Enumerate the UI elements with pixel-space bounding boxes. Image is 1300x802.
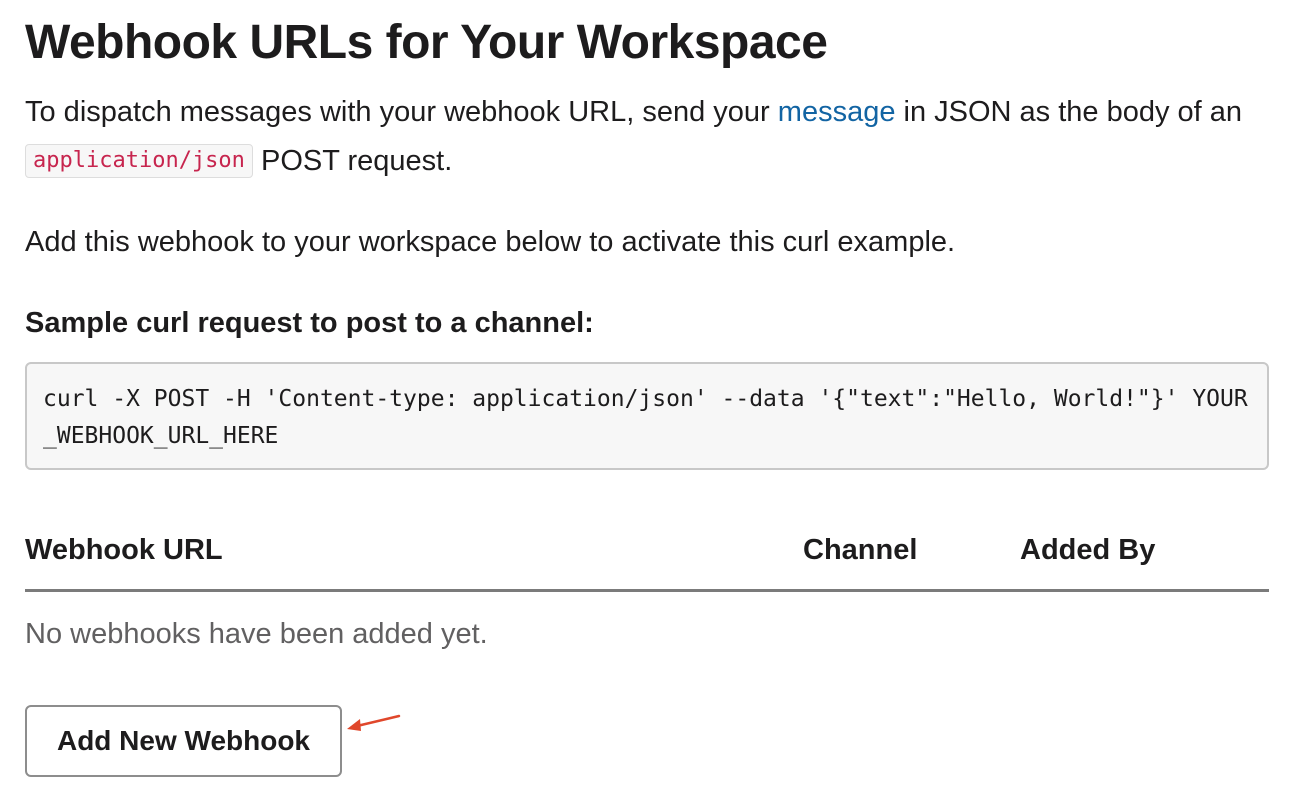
column-header-channel: Channel (803, 534, 918, 566)
activate-instructions: Add this webhook to your workspace below… (25, 226, 956, 258)
intro-paragraph: To dispatch messages with your webhook U… (25, 88, 1269, 186)
intro-text-part2: in JSON as the body of an (895, 96, 1243, 128)
column-header-added-by: Added By (1020, 534, 1156, 566)
intro-text-part3: POST request. (252, 145, 453, 177)
page-title: Webhook URLs for Your Workspace (25, 16, 828, 69)
empty-webhooks-message: No webhooks have been added yet. (25, 618, 488, 650)
add-new-webhook-button[interactable]: Add New Webhook (25, 705, 342, 777)
webhook-settings-page: Webhook URLs for Your Workspace To dispa… (25, 0, 1269, 802)
annotation-arrow-icon (347, 714, 401, 731)
sample-curl-heading: Sample curl request to post to a channel… (25, 307, 594, 339)
column-header-webhook-url: Webhook URL (25, 534, 223, 566)
webhooks-table-header: Webhook URL Channel Added By (25, 528, 1269, 592)
content-type-code: application/json (25, 144, 253, 178)
curl-code-block[interactable]: curl -X POST -H 'Content-type: applicati… (25, 362, 1269, 470)
intro-text-part1: To dispatch messages with your webhook U… (25, 96, 778, 128)
message-link[interactable]: message (778, 96, 896, 128)
